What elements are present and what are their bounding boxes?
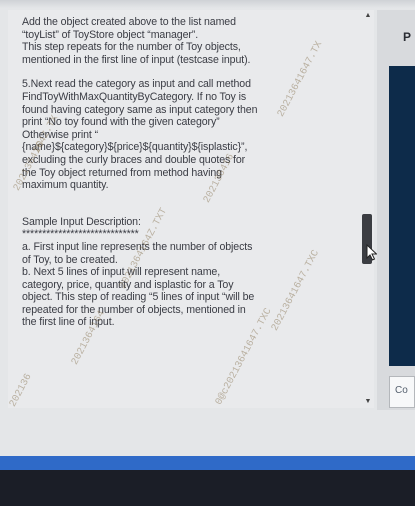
line-3: This step repeats for the number of Toy …: [22, 41, 241, 54]
input-text: Co: [395, 385, 408, 396]
line-8: print “No toy found with the given categ…: [22, 116, 220, 129]
sample-input-heading: Sample Input Description:: [22, 215, 141, 228]
scroll-down-icon[interactable]: ▼: [364, 398, 372, 406]
line-16: a. First input line represents the numbe…: [22, 240, 253, 253]
vertical-scrollbar[interactable]: ▲ ▼: [362, 10, 374, 408]
top-strip: [0, 0, 415, 8]
line-2: “toyList” of ToyStore object “manager”.: [22, 28, 199, 41]
line-19: category, price, quantity and isplastic …: [22, 278, 234, 291]
screen: Add the object created above to the list…: [0, 0, 415, 470]
panel-label: P: [403, 30, 412, 44]
asterisk-divider: *****************************: [22, 228, 139, 241]
line-21: repeated for the number of objects, ment…: [22, 303, 246, 316]
description-text: Add the object created above to the list…: [22, 16, 352, 329]
line-6: FindToyWithMaxQuantityByCategory. If no …: [22, 90, 247, 103]
line-11: excluding the curly braces and double qu…: [22, 153, 246, 166]
taskbar: [0, 456, 415, 470]
problem-description-pane[interactable]: Add the object created above to the list…: [8, 10, 362, 408]
line-7: found having category same as input cate…: [22, 103, 258, 116]
code-editor-area[interactable]: [389, 66, 415, 366]
line-20: object. This step of reading “5 lines of…: [22, 291, 255, 304]
line-13: maximum quantity.: [22, 179, 109, 192]
line-22: the first line of input.: [22, 316, 115, 329]
line-1: Add the object created above to the list…: [22, 16, 236, 28]
line-12: the Toy object returned from method havi…: [22, 166, 222, 179]
line-4: mentioned in the first line of input (te…: [22, 53, 251, 66]
line-17: of Toy, to be created.: [22, 253, 118, 266]
right-panel: P Co: [377, 10, 415, 410]
watermark: 202136: [8, 372, 35, 408]
scroll-up-icon[interactable]: ▲: [364, 12, 372, 20]
custom-input-field[interactable]: Co: [389, 376, 415, 408]
line-9: Otherwise print “: [22, 128, 99, 141]
line-18: b. Next 5 lines of input will represent …: [22, 266, 221, 279]
line-10: {name}${category}${price}${quantity}${is…: [22, 141, 248, 154]
line-5: 5.Next read the category as input and ca…: [22, 78, 251, 91]
